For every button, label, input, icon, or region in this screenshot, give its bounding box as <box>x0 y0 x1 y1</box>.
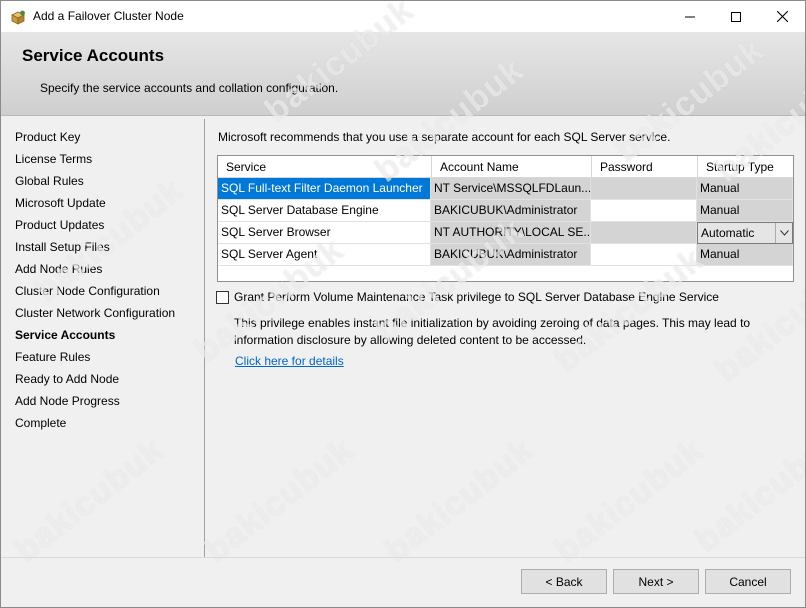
password-cell[interactable] <box>591 178 697 200</box>
nav-item-add-node-progress[interactable]: Add Node Progress <box>15 394 120 408</box>
password-input[interactable] <box>591 244 697 266</box>
startup-type-cell[interactable]: Manual <box>697 244 793 266</box>
nav-item-service-accounts[interactable]: Service Accounts <box>15 328 115 342</box>
nav-item-feature-rules[interactable]: Feature Rules <box>15 350 90 364</box>
dialog-window: Add a Failover Cluster Node Service Acco… <box>0 0 806 608</box>
nav-item-product-updates[interactable]: Product Updates <box>15 218 104 232</box>
window-title: Add a Failover Cluster Node <box>33 9 184 23</box>
password-cell[interactable] <box>591 222 697 244</box>
column-header-password[interactable]: Password <box>592 156 698 178</box>
chevron-down-icon[interactable] <box>775 223 792 243</box>
startup-type-cell[interactable]: Manual <box>697 200 793 222</box>
setup-box-icon <box>10 9 26 25</box>
grant-privilege-label[interactable]: Grant Perform Volume Maintenance Task pr… <box>234 290 719 304</box>
password-input[interactable] <box>591 200 697 222</box>
startup-type-cell[interactable]: Manual <box>697 178 793 200</box>
account-name-cell[interactable]: BAKICUBUK\Administrator <box>431 244 591 266</box>
service-cell[interactable]: SQL Full-text Filter Daemon Launcher <box>218 178 431 200</box>
page-title: Service Accounts <box>22 46 165 65</box>
next-button[interactable]: Next > <box>613 569 699 594</box>
nav-item-cluster-node-configuration[interactable]: Cluster Node Configuration <box>15 284 160 298</box>
cancel-button[interactable]: Cancel <box>705 569 791 594</box>
table-row[interactable]: SQL Server Browser NT AUTHORITY\LOCAL SE… <box>218 222 793 244</box>
nav-item-global-rules[interactable]: Global Rules <box>15 174 84 188</box>
page-subtitle: Specify the service accounts and collati… <box>40 81 339 95</box>
main-panel: Microsoft recommends that you use a sepa… <box>206 117 805 557</box>
grid-header: Service Account Name Password Startup Ty… <box>218 156 793 178</box>
table-row[interactable]: SQL Server Agent BAKICUBUK\Administrator… <box>218 244 793 266</box>
table-row[interactable]: SQL Full-text Filter Daemon Launcher NT … <box>218 178 793 200</box>
grant-privilege-option[interactable]: Grant Perform Volume Maintenance Task pr… <box>216 290 719 304</box>
close-icon <box>776 11 788 22</box>
nav-item-product-key[interactable]: Product Key <box>15 130 80 144</box>
maximize-icon <box>731 11 741 22</box>
account-name-cell[interactable]: NT AUTHORITY\LOCAL SE... <box>431 222 591 244</box>
service-cell[interactable]: SQL Server Browser <box>218 222 431 244</box>
title-bar[interactable]: Add a Failover Cluster Node <box>1 1 805 32</box>
account-name-cell[interactable]: BAKICUBUK\Administrator <box>431 200 591 222</box>
column-header-startup-type[interactable]: Startup Type <box>698 156 793 178</box>
wizard-steps-nav: Product Key License Terms Global Rules M… <box>1 117 205 557</box>
column-header-account-name[interactable]: Account Name <box>432 156 592 178</box>
startup-type-selected: Automatic <box>701 226 755 240</box>
footer-divider <box>1 557 805 558</box>
minimize-button[interactable] <box>667 1 713 32</box>
grant-privilege-checkbox[interactable] <box>216 290 229 304</box>
nav-item-complete[interactable]: Complete <box>15 416 66 430</box>
service-accounts-grid[interactable]: Service Account Name Password Startup Ty… <box>217 155 794 282</box>
nav-divider <box>204 119 205 557</box>
table-row[interactable]: SQL Server Database Engine BAKICUBUK\Adm… <box>218 200 793 222</box>
service-cell[interactable]: SQL Server Database Engine <box>218 200 431 222</box>
maximize-button[interactable] <box>713 1 759 32</box>
page-header: Service Accounts Specify the service acc… <box>1 32 805 116</box>
nav-item-microsoft-update[interactable]: Microsoft Update <box>15 196 106 210</box>
column-header-service[interactable]: Service <box>218 156 432 178</box>
minimize-icon <box>685 16 695 17</box>
nav-item-cluster-network-configuration[interactable]: Cluster Network Configuration <box>15 306 175 320</box>
back-button[interactable]: < Back <box>521 569 607 594</box>
nav-item-install-setup-files[interactable]: Install Setup Files <box>15 240 110 254</box>
account-name-cell[interactable]: NT Service\MSSQLFDLaun... <box>431 178 591 200</box>
privilege-description: This privilege enables instant file init… <box>234 316 751 347</box>
intro-text: Microsoft recommends that you use a sepa… <box>218 130 671 144</box>
details-link[interactable]: Click here for details <box>235 354 344 368</box>
nav-item-add-node-rules[interactable]: Add Node Rules <box>15 262 102 276</box>
service-cell[interactable]: SQL Server Agent <box>218 244 431 266</box>
nav-item-license-terms[interactable]: License Terms <box>15 152 92 166</box>
startup-type-dropdown[interactable]: Automatic <box>697 222 793 244</box>
nav-item-ready-to-add-node[interactable]: Ready to Add Node <box>15 372 119 386</box>
close-button[interactable] <box>759 1 805 32</box>
